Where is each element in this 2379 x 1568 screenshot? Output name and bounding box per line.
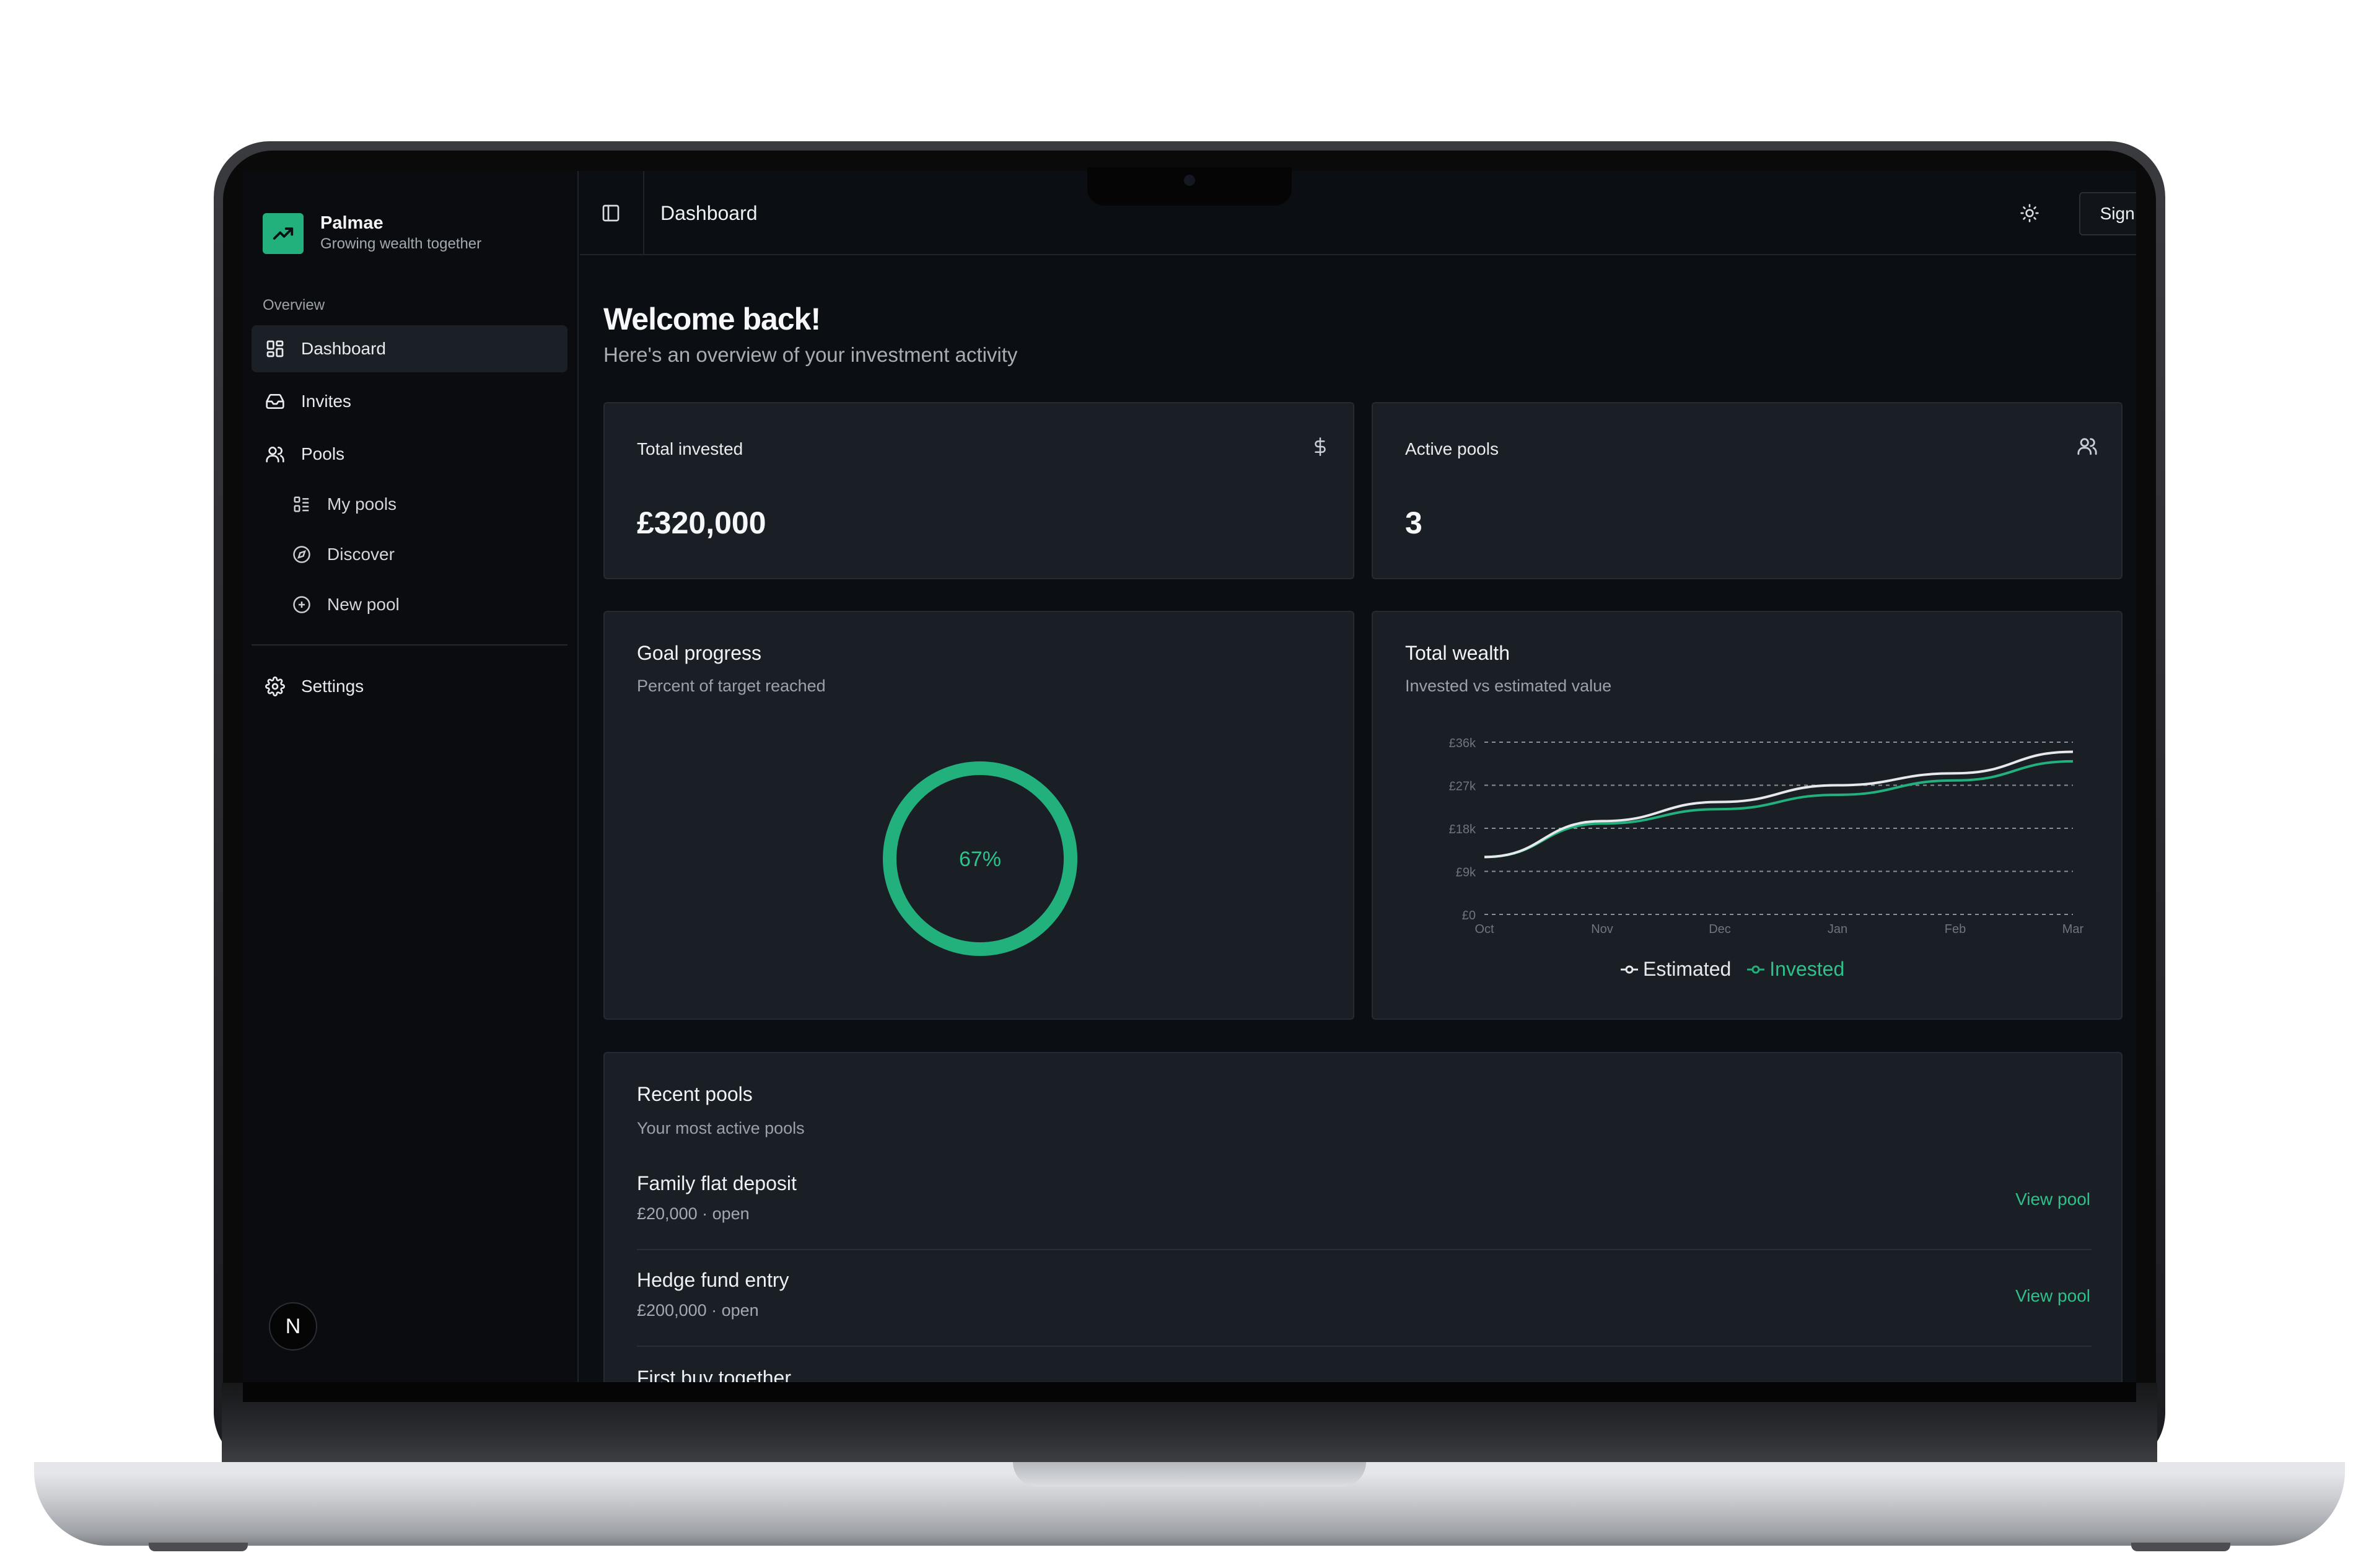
- sidebar-subitem-new-pool[interactable]: New pool: [283, 583, 567, 626]
- total-wealth-card: Total wealth Invested vs estimated value…: [1372, 611, 2123, 1020]
- sidebar-item-label: Pools: [301, 444, 345, 463]
- users-icon: [2077, 436, 2101, 460]
- stat-value: £320,000: [637, 506, 766, 540]
- stat-label: Total invested: [637, 439, 743, 458]
- sidebar-subitem-label: Discover: [327, 545, 395, 564]
- x-tick-label: Oct: [1474, 922, 1494, 936]
- row-divider: [637, 1249, 2092, 1250]
- stat-card-total-invested: Total invested £320,000: [603, 402, 1354, 579]
- gear-icon: [264, 675, 286, 698]
- laptop-foot-right: [2131, 1543, 2230, 1551]
- sidebar-toggle-icon[interactable]: [598, 201, 623, 226]
- laptop-foot-left: [149, 1543, 248, 1551]
- pool-name: Hedge fund entry: [637, 1269, 789, 1291]
- pool-meta: £200,000 · open: [637, 1301, 759, 1320]
- sidebar-item-label: Settings: [301, 677, 364, 696]
- brand-name: Palmae: [320, 213, 383, 233]
- pool-name: First buy together: [637, 1367, 791, 1382]
- row-divider: [637, 1346, 2092, 1347]
- sidebar-subitem-label: My pools: [327, 494, 397, 514]
- brand-tagline: Growing wealth together: [320, 235, 482, 252]
- series-line-invested: [1484, 760, 2074, 859]
- recent-pools-card: Recent pools Your most active pools Fami…: [603, 1052, 2123, 1382]
- pool-meta: £20,000 · open: [637, 1204, 750, 1223]
- card-subtitle: Percent of target reached: [637, 677, 826, 695]
- logo-icon: [263, 213, 304, 254]
- sidebar: Palmae Growing wealth together Overview …: [243, 171, 579, 1382]
- header-divider: [643, 171, 644, 255]
- sidebar-subitem-discover[interactable]: Discover: [283, 533, 567, 576]
- inbox-icon: [264, 390, 286, 413]
- x-tick-label: Mar: [2062, 922, 2084, 936]
- y-tick-label: £0: [1462, 909, 1476, 922]
- progress-label: 67%: [959, 848, 1001, 871]
- y-tick-label: £9k: [1456, 866, 1476, 880]
- screen-bottom-bezel: [243, 1382, 2136, 1402]
- dollar-icon: [1311, 436, 1332, 460]
- list-icon: [291, 494, 312, 515]
- screen: Palmae Growing wealth together Overview …: [243, 171, 2136, 1382]
- avatar[interactable]: N: [269, 1302, 317, 1351]
- page-title: Dashboard: [660, 202, 758, 224]
- compass-icon: [291, 544, 312, 565]
- card-title: Goal progress: [637, 642, 761, 664]
- sidebar-item-settings[interactable]: Settings: [252, 663, 567, 710]
- camera-icon: [1184, 175, 1195, 186]
- legend-label: Estimated: [1643, 958, 1732, 980]
- x-tick-label: Nov: [1591, 922, 1613, 936]
- progress-ring: 67%: [883, 761, 1077, 956]
- sidebar-item-label: Invites: [301, 392, 351, 411]
- stat-card-active-pools: Active pools 3: [1372, 402, 2123, 579]
- x-tick-label: Dec: [1709, 922, 1731, 936]
- card-title: Recent pools: [637, 1083, 753, 1105]
- view-pool-link[interactable]: View pool: [2015, 1189, 2090, 1209]
- stat-label: Active pools: [1405, 439, 1499, 458]
- sun-icon[interactable]: [2017, 201, 2042, 226]
- legend-label: Invested: [1769, 958, 1845, 980]
- stat-value: 3: [1405, 506, 1422, 540]
- y-tick-label: £18k: [1449, 823, 1476, 836]
- camera-notch: [1087, 167, 1292, 206]
- goal-progress-card: Goal progress Percent of target reached …: [603, 611, 1354, 1020]
- y-tick-label: £36k: [1449, 737, 1476, 750]
- welcome-heading: Welcome back!: [603, 302, 821, 336]
- top-bar: Dashboard Sign out: [580, 171, 2136, 255]
- x-tick-label: Feb: [1945, 922, 1966, 936]
- layout-grid-icon: [264, 338, 286, 360]
- y-tick-label: £27k: [1449, 780, 1476, 794]
- sidebar-item-invites[interactable]: Invites: [252, 378, 567, 425]
- sidebar-divider: [252, 644, 567, 646]
- sign-out-button[interactable]: Sign out: [2079, 192, 2136, 235]
- sidebar-subitem-label: New pool: [327, 595, 400, 614]
- legend-item-estimated: Estimated: [1619, 958, 1731, 981]
- series-line-estimated: [1484, 750, 2074, 859]
- plus-circle-icon: [291, 594, 312, 615]
- x-tick-label: Jan: [1828, 922, 1847, 936]
- card-subtitle: Your most active pools: [637, 1119, 805, 1137]
- sidebar-item-pools[interactable]: Pools: [252, 431, 567, 478]
- legend-item-invested: Invested: [1746, 958, 1844, 981]
- chart-legend: Estimated Invested: [1619, 958, 1844, 981]
- section-label-overview: Overview: [263, 297, 325, 313]
- sidebar-subitem-my-pools[interactable]: My pools: [283, 483, 567, 526]
- users-icon: [264, 443, 286, 465]
- sidebar-item-dashboard[interactable]: Dashboard: [252, 325, 567, 372]
- welcome-subtitle: Here's an overview of your investment ac…: [603, 343, 1018, 366]
- pool-name: Family flat deposit: [637, 1172, 797, 1194]
- sidebar-item-label: Dashboard: [301, 339, 386, 358]
- laptop-thumb-notch: [1013, 1462, 1366, 1487]
- view-pool-link[interactable]: View pool: [2015, 1286, 2090, 1306]
